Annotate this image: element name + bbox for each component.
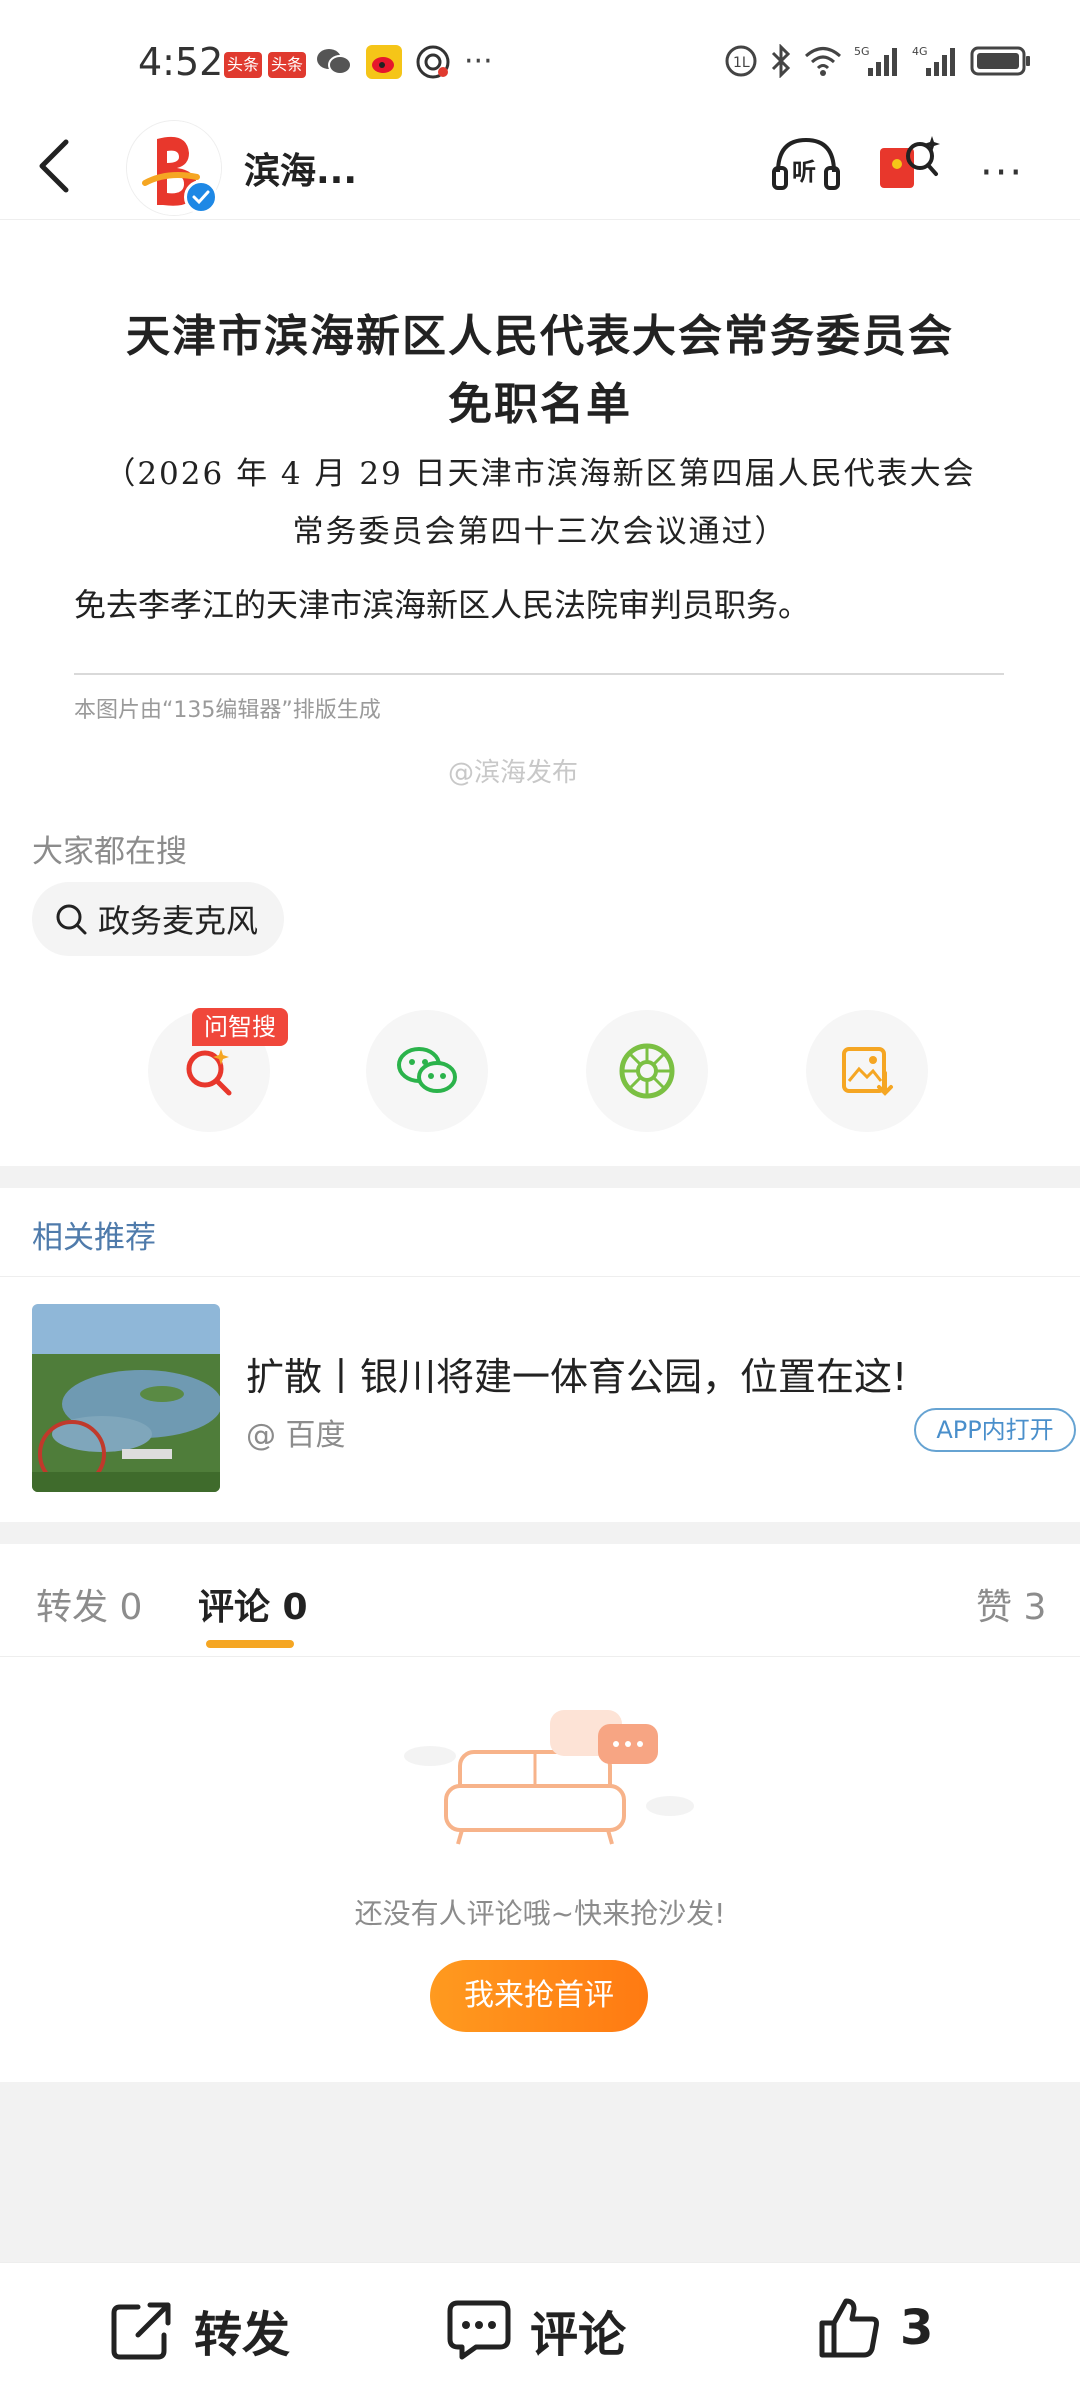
related-divider (0, 1276, 1080, 1277)
toutiao-badge-icon: 头条 (224, 52, 262, 78)
first-comment-button[interactable]: 我来抢首评 (430, 1960, 648, 2032)
save-image-icon (842, 1047, 893, 1096)
comment-button[interactable]: 评论 (446, 2295, 626, 2365)
like-button[interactable]: 3 (816, 2295, 933, 2361)
headphones-listen-icon: 听 (772, 137, 840, 190)
related-thumbnail[interactable] (32, 1304, 220, 1492)
sofa-icon (404, 1710, 694, 1845)
doc-credit: 本图片由“135编辑器”排版生成 (74, 698, 381, 723)
signal-4g-icon: 4G (912, 45, 955, 76)
like-count: 3 (900, 2300, 934, 2356)
thumbs-up-icon (819, 2298, 879, 2358)
top-nav-bar: 滨海... 听 ··· (0, 120, 1080, 220)
save-image-button[interactable] (806, 1010, 928, 1132)
tab-divider (0, 1656, 1080, 1657)
search-icon (56, 904, 87, 935)
repost-button[interactable]: 转发 (110, 2295, 290, 2365)
notification-icons: ··· (316, 44, 493, 79)
more-notifications-icon: ··· (464, 44, 493, 79)
account-name[interactable]: 滨海... (244, 142, 357, 194)
status-time: 4:52 (138, 40, 224, 84)
wechat-notification-icon (317, 48, 352, 75)
open-in-app-button[interactable]: APP内打开 (914, 1408, 1076, 1452)
bottom-action-bar: 转发 评论 3 (0, 2262, 1080, 2400)
doc-title-line-1: 天津市滨海新区人民代表大会常务委员会 (126, 311, 954, 362)
related-label: 相关推荐 (32, 1220, 156, 1256)
empty-sofa-illustration (400, 1706, 700, 1870)
article-image[interactable]: 天津市滨海新区人民代表大会常务委员会 免职名单 （2026 年 4 月 29 日… (0, 240, 1080, 800)
bluetooth-icon (771, 44, 791, 78)
hot-search-label: 大家都在搜 (32, 834, 187, 870)
doc-title-line-2: 免职名单 (448, 379, 632, 430)
system-icons: 1L 5G 4G (724, 44, 1032, 78)
weibo-notification-icon (366, 44, 402, 79)
hot-search-chip[interactable]: 政务麦克风 (32, 882, 285, 956)
doc-subtitle-line-2: 常务委员会第四十三次会议通过） (292, 514, 788, 550)
signal-5g-icon: 5G (854, 45, 897, 76)
share-moments-button[interactable] (586, 1010, 708, 1132)
toutiao-badge-icon: 头条 (268, 52, 306, 78)
repost-label: 转发 (194, 2307, 291, 2363)
active-tab-indicator (206, 1640, 294, 1648)
weibo-watermark: @滨海发布 (448, 758, 579, 788)
section-separator (0, 1166, 1080, 1188)
doc-subtitle-line-1: （2026 年 4 月 29 日天津市滨海新区第四届人民代表大会 (104, 456, 976, 492)
doc-body-text: 免去李孝江的天津市滨海新区人民法院审判员职务。 (74, 586, 811, 624)
svg-text:听: 听 (792, 158, 816, 186)
tab-comment[interactable]: 评论 0 (198, 1578, 308, 1630)
red-packet-icon (880, 136, 940, 188)
empty-area (0, 2082, 1080, 2262)
comment-label: 评论 (530, 2307, 627, 2363)
related-title[interactable]: 扩散丨银川将建一体育公园，位置在这! (246, 1346, 907, 1401)
share-wechat-button[interactable] (366, 1010, 488, 1132)
back-arrow-icon (39, 139, 69, 193)
more-menu-icon[interactable]: ··· (980, 150, 1024, 196)
hd-call-icon: 1L (725, 45, 757, 77)
moments-icon (619, 1043, 675, 1099)
section-separator (0, 1522, 1080, 1544)
verified-badge-icon (184, 180, 218, 214)
battery-icon (970, 46, 1030, 76)
svg-text:1L: 1L (733, 55, 750, 71)
doc-divider (74, 673, 1004, 675)
back-button[interactable] (34, 136, 74, 200)
svg-text:4G: 4G (912, 45, 928, 58)
status-bar: 4:52 头条 头条 ··· 1L 5G 4G (0, 0, 1080, 130)
tab-like[interactable]: 赞 3 (976, 1578, 1046, 1630)
share-arrow-icon (111, 2302, 171, 2360)
wifi-icon (805, 47, 841, 76)
svg-text:5G: 5G (854, 45, 870, 58)
empty-comments-message: 还没有人评论哦~快来抢沙发! (354, 1897, 726, 1930)
app-notification-icon (416, 45, 450, 78)
park-aerial-photo (32, 1304, 220, 1492)
comment-bubble-icon (447, 2300, 511, 2360)
zhisou-tag: 问智搜 (192, 1008, 288, 1046)
tab-repost[interactable]: 转发 0 (36, 1578, 142, 1630)
red-packet-button[interactable] (876, 130, 940, 198)
hot-search-text: 政务麦克风 (98, 902, 259, 940)
listen-button[interactable]: 听 (770, 132, 842, 196)
related-source: @ 百度 (246, 1418, 346, 1453)
wechat-icon (397, 1047, 457, 1093)
ai-search-icon (186, 1049, 232, 1096)
